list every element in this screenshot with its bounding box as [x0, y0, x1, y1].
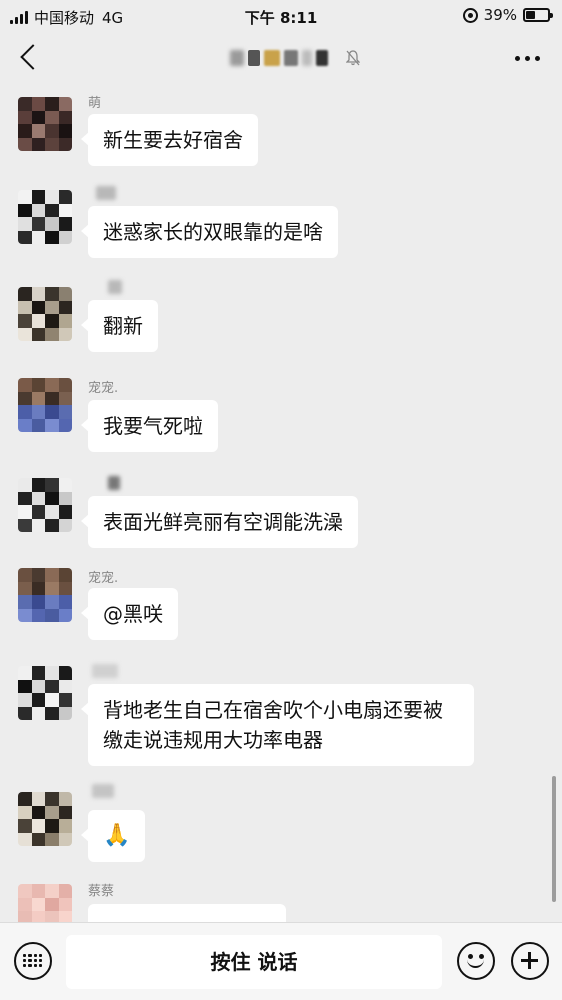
status-bar: 中国移动 4G 下午 8:11 39%: [0, 0, 562, 32]
chat-title-blurred: [230, 46, 340, 70]
sender-name-blurred: [92, 664, 118, 678]
hold-to-talk-button[interactable]: 按住 说话: [66, 935, 442, 989]
sender-name: 宠宠.: [88, 571, 119, 586]
back-icon[interactable]: [20, 44, 46, 70]
message-bubble[interactable]: 我要气死啦: [81, 400, 218, 452]
mute-icon: [346, 50, 360, 66]
emoji-icon[interactable]: [457, 942, 495, 980]
avatar[interactable]: [18, 97, 72, 151]
message-bubble[interactable]: 表面光鲜亮丽有空调能洗澡: [81, 496, 358, 548]
sender-name-blurred: [96, 186, 116, 200]
sender-name-blurred: [108, 476, 120, 490]
keyboard-icon[interactable]: [14, 942, 52, 980]
message-bubble[interactable]: 新生要去好宿舍: [81, 114, 258, 166]
battery-percent: 39%: [483, 6, 517, 24]
sender-name-blurred: [108, 280, 122, 294]
nav-bar: [0, 32, 562, 84]
battery-icon: [523, 8, 553, 22]
message-bubble[interactable]: [88, 904, 286, 922]
status-right: 39%: [462, 6, 553, 24]
battery-fill: [526, 11, 535, 19]
more-icon[interactable]: [515, 56, 540, 61]
message-bubble[interactable]: 🙏: [80, 810, 146, 862]
sender-name-blurred: [92, 784, 114, 798]
scrollbar[interactable]: [552, 776, 556, 902]
message-bubble[interactable]: 迷惑家长的双眼靠的是啥: [81, 206, 338, 258]
avatar[interactable]: [18, 792, 72, 846]
avatar[interactable]: [18, 190, 72, 244]
sender-name: 宠宠.: [88, 381, 119, 396]
avatar[interactable]: [18, 478, 72, 532]
sender-name: 萌: [88, 96, 102, 111]
avatar[interactable]: [18, 568, 72, 622]
rotation-lock-icon: [462, 7, 478, 23]
message-bubble[interactable]: 翻新: [81, 300, 158, 352]
chat-area[interactable]: 萌 新生要去好宿舍 迷惑家长的双眼靠的是啥 翻新 宠宠. 我要气死啦 表面光鲜亮…: [0, 84, 562, 922]
avatar[interactable]: [18, 287, 72, 341]
sender-name: 蔡蔡: [88, 884, 115, 899]
avatar[interactable]: [18, 378, 72, 432]
avatar[interactable]: [18, 666, 72, 720]
avatar[interactable]: [18, 884, 72, 922]
plus-icon[interactable]: [511, 942, 549, 980]
message-bubble[interactable]: 背地老生自己在宿舍吹个小电扇还要被缴走说违规用大功率电器: [81, 684, 474, 766]
input-bar: 按住 说话: [0, 922, 562, 1000]
message-bubble[interactable]: @黑咲: [81, 588, 178, 640]
